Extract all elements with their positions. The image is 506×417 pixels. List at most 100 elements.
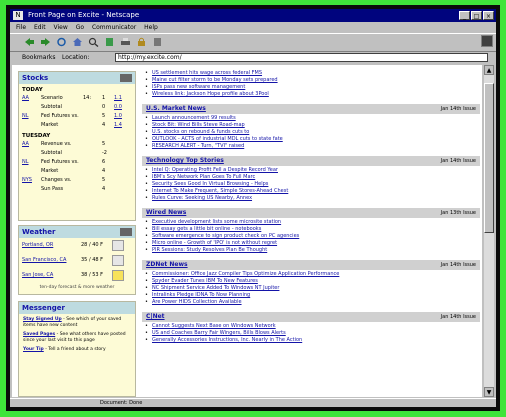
edit-icon[interactable]: [120, 228, 132, 236]
weather-row: San Jose, CA 38 / 53 F: [19, 268, 135, 283]
weather-temp: 35 / 48 F: [81, 257, 104, 263]
vertical-scrollbar[interactable]: ▲ ▼: [484, 65, 494, 397]
stock-time: Revenue vs.: [41, 141, 72, 147]
search-icon[interactable]: [88, 37, 99, 47]
status-text: Document: Done: [100, 400, 143, 406]
location-label: Location:: [62, 54, 90, 61]
weather-city-link[interactable]: San Jose, CA: [22, 268, 53, 283]
messenger-link[interactable]: Saved Pages: [23, 332, 55, 337]
news-section: Wired News Jan 13th Issue Executive develo…: [142, 208, 480, 254]
back-icon[interactable]: [24, 37, 35, 47]
browser-window: N Front Page on Excite - Netscape _ □ × …: [10, 9, 496, 407]
scroll-down-arrow-icon[interactable]: ▼: [484, 387, 494, 397]
messenger-desc: - Tell a friend about a story: [43, 347, 106, 352]
url-field[interactable]: http://my.excite.com/: [115, 53, 488, 62]
stock-sym[interactable]: AA: [22, 94, 29, 103]
section-title-link[interactable]: Technology Top Stories: [146, 156, 224, 166]
headline-link[interactable]: Rules Curve: Seeking US Nearby, Annex: [142, 195, 480, 202]
stock-v1: 4: [102, 122, 106, 128]
navigation-toolbar: [10, 33, 496, 52]
headline-link[interactable]: Intel Q: Operating Profit Fell a Despite…: [142, 167, 480, 174]
weather-list: Portland, OR 28 / 40 F San Francisco, CA 35…: [19, 238, 135, 283]
stock-name: 14:: [83, 95, 92, 101]
menu-go[interactable]: Go: [76, 22, 84, 33]
menu-view[interactable]: View: [54, 22, 68, 33]
headline-link[interactable]: Cannot Suggests Next Base on Windows Net…: [142, 323, 480, 330]
stock-sym[interactable]: NYS: [22, 176, 32, 185]
page-content: Stocks TODAY AA Scenario 14: 1 1.1 Subtotal 0 0.…: [12, 65, 482, 397]
section-header: Technology Top Stories Jan 14th Issue: [142, 156, 480, 166]
stock-v2[interactable]: 0.0: [114, 103, 122, 112]
stock-sym[interactable]: AA: [22, 140, 29, 149]
headline-link[interactable]: PIR Sessions: Study Resolves Plan Be Tho…: [142, 247, 480, 254]
headline-link[interactable]: Software emergence to sign product check…: [142, 233, 480, 240]
messenger-link[interactable]: Your Tip: [23, 347, 44, 352]
stock-time: Market: [41, 168, 59, 174]
section-title-link[interactable]: Wired News: [146, 208, 186, 218]
menu-file[interactable]: File: [16, 22, 26, 33]
scroll-up-arrow-icon[interactable]: ▲: [484, 65, 494, 75]
section-title-link[interactable]: C|Net: [146, 312, 165, 322]
headline-link[interactable]: U.S. stocks on rebound & funds cuts to: [142, 129, 480, 136]
headline-link[interactable]: NC Shipment Service Added To Windows NT …: [142, 285, 480, 292]
menu-help[interactable]: Help: [144, 22, 158, 33]
maximize-button[interactable]: □: [471, 11, 482, 20]
menu-communicator[interactable]: Communicator: [92, 22, 136, 33]
security-icon[interactable]: [136, 37, 147, 47]
edit-icon[interactable]: [120, 74, 132, 82]
headline-link[interactable]: Wireless link: Jackson Hope profile abou…: [142, 91, 480, 98]
section-header: Wired News Jan 13th Issue: [142, 208, 480, 218]
section-title-link[interactable]: ZDNet News: [146, 260, 188, 270]
stock-v2[interactable]: 1.4: [114, 121, 122, 130]
headline-link[interactable]: Are Power HIDS Collection Available: [142, 299, 480, 306]
headline-link[interactable]: RESEARCH ALERT - Turn, "TVI" raised: [142, 143, 480, 150]
section-title-link[interactable]: U.S. Market News: [146, 104, 206, 114]
bookmarks-button[interactable]: Bookmarks: [22, 51, 56, 64]
stop-icon[interactable]: [152, 37, 163, 47]
news-section: Technology Top Stories Jan 14th Issue Inte…: [142, 156, 480, 202]
messenger-link[interactable]: Stay Signed Up: [23, 317, 62, 322]
headline-link[interactable]: OUTLOOK - ACTS of industrial MDL cuts to…: [142, 136, 480, 143]
weather-row: Portland, OR 28 / 40 F: [19, 238, 135, 253]
minimize-button[interactable]: _: [459, 11, 470, 20]
menu-bar: File Edit View Go Communicator Help: [10, 22, 496, 33]
headline-link[interactable]: ISPs pass new software management: [142, 84, 480, 91]
headline-link[interactable]: Commissioner: Office Jazz Compiler Tips …: [142, 271, 480, 278]
headline-link[interactable]: Bill essay gets a little bit online - no…: [142, 226, 480, 233]
headline-link[interactable]: Spyder Evader Tunes IBM To New Features: [142, 278, 480, 285]
headline-link[interactable]: Stock Bit: Wind Bills Steve Road-map: [142, 122, 480, 129]
news-section: ZDNet News Jan 14th Issue Commissioner: Of…: [142, 260, 480, 306]
home-icon[interactable]: [72, 37, 83, 47]
headline-link[interactable]: Generally Accessories Instructions, Inc.…: [142, 337, 480, 344]
headline-link[interactable]: Launch announcement 99 results: [142, 115, 480, 122]
stock-time: Subtotal: [41, 150, 62, 156]
stock-v2[interactable]: 1.0: [114, 112, 122, 121]
headline-link[interactable]: Security Sees Good In Virtual Browsing -…: [142, 181, 480, 188]
forward-icon[interactable]: [40, 37, 51, 47]
guide-icon[interactable]: [104, 37, 115, 47]
headline-link[interactable]: Micro online - Growth of 'IPO' is not wi…: [142, 240, 480, 247]
stock-v2[interactable]: 1.1: [114, 94, 122, 103]
headline-link[interactable]: Executive development lists some microsi…: [142, 219, 480, 226]
cloud-icon: [112, 255, 124, 266]
weather-city-link[interactable]: Portland, OR: [22, 238, 53, 253]
headline-link[interactable]: Internet To Make Frequent, Simple Stores…: [142, 188, 480, 195]
menu-edit[interactable]: Edit: [34, 22, 46, 33]
stocks-day-label: TODAY: [22, 87, 43, 93]
headline-link[interactable]: Maine cut filter storm to be Monday sets…: [142, 77, 480, 84]
stock-sym[interactable]: NL: [22, 112, 29, 121]
weather-footer[interactable]: ten-day forecast & more weather: [19, 285, 135, 290]
scroll-thumb[interactable]: [484, 83, 494, 233]
headline-link[interactable]: IBM's Scy Network Plan Goes To Full Marc: [142, 174, 480, 181]
headline-list: Commissioner: Office Jazz Compiler Tips …: [142, 270, 480, 306]
print-icon[interactable]: [120, 37, 131, 47]
headline-link[interactable]: US settlement hits wage across federal F…: [142, 70, 480, 77]
close-button[interactable]: ×: [483, 11, 494, 20]
reload-icon[interactable]: [56, 37, 67, 47]
headline-link[interactable]: Intralinks Pledge IDNA To Now Planning: [142, 292, 480, 299]
weather-city-link[interactable]: San Francisco, CA: [22, 253, 66, 268]
headline-link[interactable]: US and Coaches Barry Fair Wingers, Bills…: [142, 330, 480, 337]
sun-icon: [112, 270, 124, 281]
headline-list: Executive development lists some microsi…: [142, 218, 480, 254]
stock-sym[interactable]: NL: [22, 158, 29, 167]
